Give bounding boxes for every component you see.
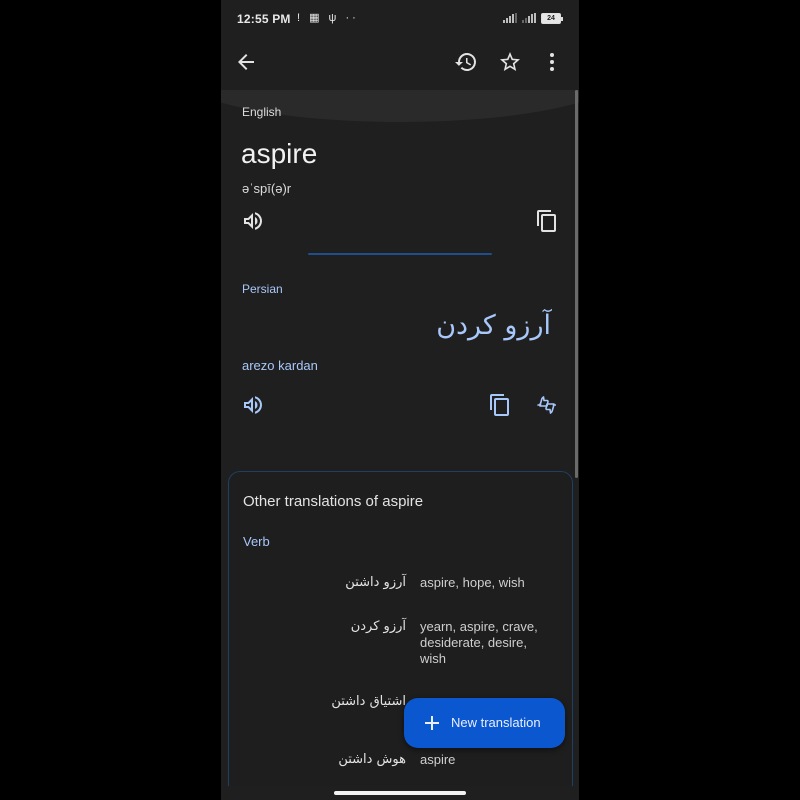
- other-translations-title: Other translations of aspire: [243, 493, 424, 510]
- section-divider: [308, 253, 492, 255]
- scrollbar[interactable]: [575, 90, 578, 478]
- signal-icon-2: [522, 13, 536, 23]
- english-synonyms: aspire: [420, 752, 456, 767]
- other-translations-card: Other translations of aspire Verb آرزو د…: [228, 471, 573, 800]
- persian-term: آرزو کردن: [350, 619, 406, 634]
- signal-icon: [503, 13, 517, 23]
- speaker-icon: [244, 396, 262, 414]
- history-icon: [455, 53, 476, 71]
- battery-icon: 24: [541, 12, 563, 24]
- persian-term: آرزو داشتن: [345, 575, 406, 590]
- star-outline-icon: [500, 52, 520, 71]
- copy-icon: [490, 394, 509, 416]
- status-time: 12:55 PM: [237, 12, 291, 26]
- english-synonyms: yearn, aspire, crave, desiderate, desire…: [420, 619, 538, 666]
- target-listen-button[interactable]: [241, 393, 265, 417]
- speaker-icon: [244, 212, 262, 230]
- more-vert-icon: [550, 53, 554, 71]
- status-bar: 12:55 PM ! ▦ ψ ·· 24: [221, 0, 579, 38]
- part-of-speech-label: Verb: [243, 534, 270, 549]
- home-gesture-handle[interactable]: [334, 791, 466, 795]
- thumbs-up-down-icon: [537, 396, 556, 414]
- source-language-label: English: [242, 105, 282, 119]
- more-options-button[interactable]: [540, 50, 564, 74]
- save-star-button[interactable]: [498, 50, 522, 74]
- back-button[interactable]: [234, 50, 258, 74]
- new-translation-button[interactable]: New translation: [404, 698, 565, 748]
- translation-text: آرزو کردن: [436, 310, 551, 341]
- target-copy-button[interactable]: [488, 393, 512, 417]
- source-listen-button[interactable]: [241, 209, 265, 233]
- english-synonyms: aspire, hope, wish: [420, 575, 525, 590]
- transliteration-text: arezo kardan: [242, 358, 318, 373]
- persian-term: اشتیاق داشتن: [331, 694, 406, 709]
- target-language-label: Persian: [242, 282, 283, 296]
- new-translation-label: New translation: [451, 715, 541, 730]
- source-word: aspire: [241, 138, 318, 169]
- history-button[interactable]: [454, 50, 478, 74]
- source-copy-button[interactable]: [535, 209, 559, 233]
- rate-translation-button[interactable]: [535, 393, 559, 417]
- top-app-bar: [221, 38, 579, 86]
- copy-icon: [537, 210, 556, 232]
- status-notification-icons: ! ▦ ψ ··: [297, 12, 359, 24]
- status-right-icons: 24: [503, 11, 563, 25]
- persian-term: هوش داشتن: [338, 752, 406, 767]
- phonetic-text: əˈspī(ə)r: [242, 181, 292, 196]
- plus-icon: [425, 716, 439, 730]
- phone-screen: 12:55 PM ! ▦ ψ ·· 24 English aspire əˈsp…: [221, 0, 579, 800]
- arrow-back-icon: [238, 54, 254, 70]
